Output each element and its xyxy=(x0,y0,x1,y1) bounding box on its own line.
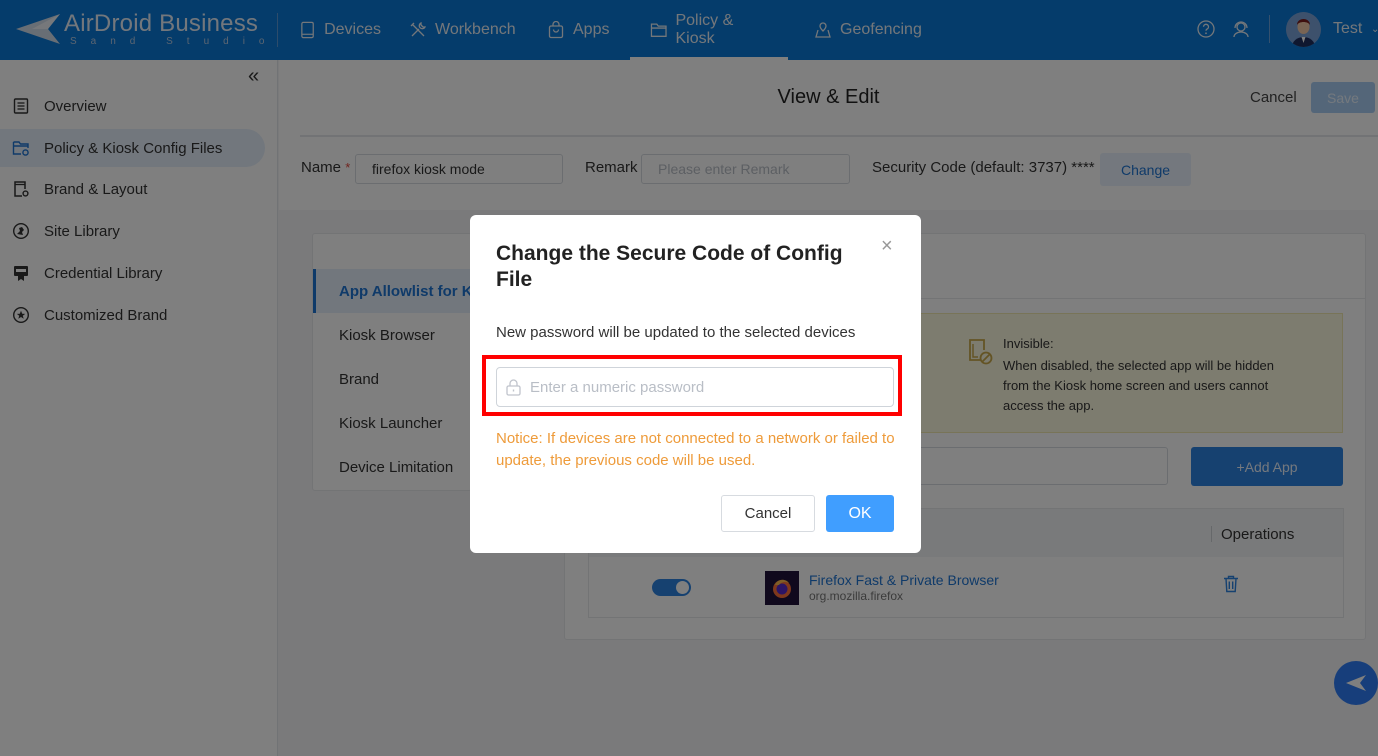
dialog-description: New password will be updated to the sele… xyxy=(496,324,856,341)
password-input[interactable] xyxy=(530,378,870,396)
dialog-cancel-button[interactable]: Cancel xyxy=(721,495,815,532)
dialog-title: Change the Secure Code of Config File xyxy=(496,242,843,291)
password-field[interactable] xyxy=(496,367,894,407)
dialog-ok-button[interactable]: OK xyxy=(826,495,894,532)
close-icon[interactable]: × xyxy=(881,235,893,258)
dialog-notice: Notice: If devices are not connected to … xyxy=(496,430,895,469)
lock-icon xyxy=(506,379,521,396)
change-secure-code-dialog: Change the Secure Code of Config File × … xyxy=(470,215,921,553)
